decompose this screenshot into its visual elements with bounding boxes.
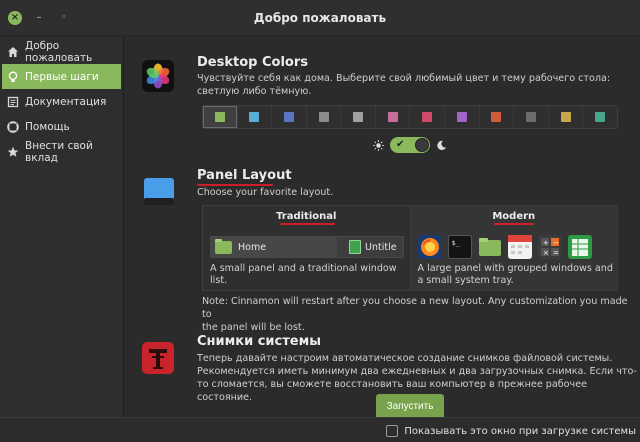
sidebar: Добро пожаловать Первые шаги Документаци… xyxy=(0,37,124,417)
color-swatch-chip xyxy=(318,112,329,122)
lifebuoy-icon xyxy=(7,120,19,133)
color-swatch[interactable] xyxy=(445,106,480,128)
dark-mode-switch[interactable]: ✔ xyxy=(390,137,430,153)
show-on-startup-checkbox[interactable] xyxy=(386,425,399,437)
timeshift-icon xyxy=(142,342,174,374)
title-bar: × – ◦ Добро пожаловать xyxy=(0,0,640,36)
layout-option-modern[interactable]: Modern $_ + − × = A large panel with gro… xyxy=(410,206,617,290)
svg-text:×: × xyxy=(543,249,549,257)
color-swatch[interactable] xyxy=(307,106,342,128)
layout-option-description: A large panel with grouped windows and a… xyxy=(417,263,613,286)
spreadsheet-icon xyxy=(567,235,592,259)
color-swatch-picker xyxy=(202,105,618,129)
color-swatch[interactable] xyxy=(376,106,411,128)
window-list-item: Untitle xyxy=(345,237,401,257)
book-icon xyxy=(7,96,19,108)
color-palette-icon xyxy=(142,60,174,92)
layout-option-description: A small panel and a traditional window l… xyxy=(210,263,397,286)
svg-text:$_: $_ xyxy=(451,239,459,247)
calculator-icon: + − × = xyxy=(537,235,562,259)
modern-panel-preview: $_ + − × = xyxy=(417,234,616,260)
sidebar-item-label: Добро пожаловать xyxy=(25,39,93,64)
layout-option-label: Modern xyxy=(492,211,536,222)
color-swatch-chip xyxy=(214,112,225,122)
theme-mode-toggle-row: ✔ xyxy=(373,137,447,153)
window-title: Добро пожаловать xyxy=(253,11,387,25)
color-swatch[interactable] xyxy=(549,106,584,128)
sidebar-item-contribute[interactable]: Внести свой вклад xyxy=(0,139,123,164)
launch-timeshift-button[interactable]: Запустить xyxy=(376,394,444,417)
color-swatch[interactable] xyxy=(480,106,515,128)
color-swatch-chip xyxy=(353,112,364,122)
show-on-startup-label: Показывать это окно при загрузке системы xyxy=(404,425,636,437)
lightbulb-icon xyxy=(7,71,19,83)
spreadsheet-icon xyxy=(349,240,361,254)
color-swatch-chip xyxy=(283,112,294,122)
color-swatch-chip xyxy=(249,112,260,122)
home-icon xyxy=(7,46,19,58)
panel-layout-icon xyxy=(143,176,175,208)
sidebar-item-label: Помощь xyxy=(25,120,70,133)
color-swatch-chip xyxy=(456,112,467,122)
layout-option-traditional[interactable]: Traditional Home Untitle A small panel a… xyxy=(203,206,411,290)
color-swatch-chip xyxy=(491,112,502,122)
color-swatch-chip xyxy=(595,112,606,122)
calendar-icon xyxy=(507,235,532,259)
check-icon: ✔ xyxy=(396,139,405,150)
color-swatch[interactable] xyxy=(583,106,617,128)
svg-text:+: + xyxy=(543,239,549,247)
sidebar-item-label: Внести свой вклад xyxy=(25,139,93,164)
color-swatch[interactable] xyxy=(410,106,446,128)
sun-icon xyxy=(373,139,384,151)
moon-icon xyxy=(437,140,447,150)
firefox-icon xyxy=(417,235,442,259)
color-swatch[interactable] xyxy=(238,106,273,128)
color-swatch-chip xyxy=(387,112,398,122)
color-swatch[interactable] xyxy=(203,106,238,128)
sidebar-item-label: Первые шаги xyxy=(25,70,99,83)
color-swatch-chip xyxy=(422,112,433,122)
svg-text:−: − xyxy=(553,239,559,247)
terminal-icon: $_ xyxy=(447,235,472,259)
sidebar-item-first-steps[interactable]: Первые шаги xyxy=(2,64,121,89)
sidebar-item-help[interactable]: Помощь xyxy=(0,114,123,139)
footer: Показывать это окно при загрузке системы xyxy=(0,417,640,442)
star-icon xyxy=(7,146,19,158)
color-swatch[interactable] xyxy=(514,106,549,128)
colors-description: Чувствуйте себя как дома. Выберите свой … xyxy=(197,73,611,97)
color-swatch[interactable] xyxy=(341,106,376,128)
sidebar-item-label: Документация xyxy=(25,95,107,108)
layout-restart-note: Note: Cinnamon will restart after you ch… xyxy=(202,296,628,333)
color-swatch[interactable] xyxy=(272,106,307,128)
main-content: Desktop Colors Чувствуйте себя как дома.… xyxy=(125,37,640,417)
color-swatch-chip xyxy=(525,112,536,122)
panel-layout-description: Choose your favorite layout. xyxy=(197,187,334,198)
section-title-panel-layout: Panel Layout xyxy=(197,168,292,183)
traditional-panel-preview: Home Untitle xyxy=(210,236,404,258)
svg-text:=: = xyxy=(553,249,559,257)
layout-chooser: Traditional Home Untitle A small panel a… xyxy=(202,205,618,291)
layout-option-label: Traditional xyxy=(276,211,337,222)
folder-icon xyxy=(215,238,232,254)
show-on-startup-option[interactable]: Показывать это окно при загрузке системы xyxy=(386,425,636,437)
sidebar-item-documentation[interactable]: Документация xyxy=(0,89,123,114)
color-swatch-chip xyxy=(560,112,571,122)
sidebar-item-welcome[interactable]: Добро пожаловать xyxy=(0,39,123,64)
section-title-colors: Desktop Colors xyxy=(197,55,308,70)
window-list-item: Home xyxy=(211,237,337,257)
section-title-snapshots: Снимки системы xyxy=(197,334,321,349)
folder-icon xyxy=(478,235,502,259)
